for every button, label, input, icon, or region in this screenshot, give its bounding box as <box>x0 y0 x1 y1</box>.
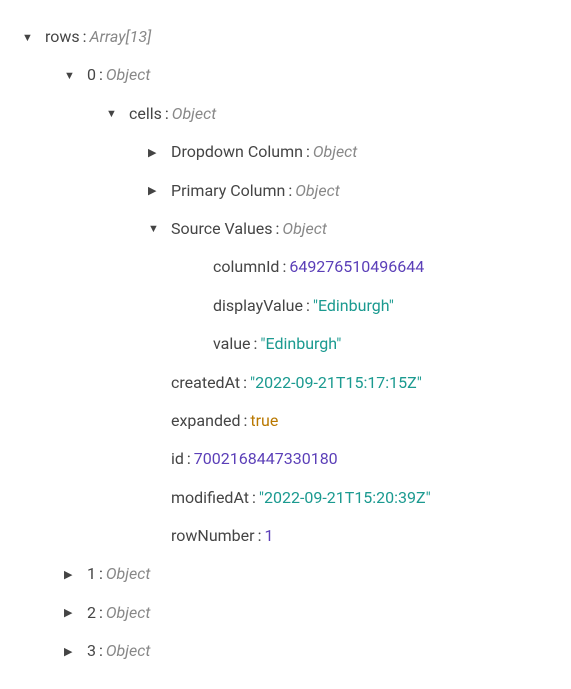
node-key: 0 <box>87 64 96 86</box>
node-key: Dropdown Column <box>171 141 303 163</box>
tree-leaf-createdAt: createdAt: "2022-09-21T15:17:15Z" <box>10 364 561 402</box>
expanded-toggle-icon[interactable]: ▼ <box>148 221 168 236</box>
expanded-toggle-icon[interactable]: ▼ <box>64 68 84 83</box>
leaf-key: createdAt <box>171 372 240 394</box>
expanded-toggle-icon[interactable]: ▼ <box>22 30 42 45</box>
node-type: Object <box>106 602 151 624</box>
leaf-key: displayValue <box>213 295 303 317</box>
tree-node-row-2[interactable]: ▶ 2: Object <box>10 594 561 632</box>
tree-node-dropdown-column[interactable]: ▶ Dropdown Column: Object <box>10 133 561 171</box>
collapsed-toggle-icon[interactable]: ▶ <box>64 605 84 620</box>
leaf-value: 649276510496644 <box>289 256 424 278</box>
node-type: Object <box>313 141 358 163</box>
leaf-key: columnId <box>213 256 279 278</box>
leaf-value: "Edinburgh" <box>260 333 341 355</box>
node-key: Source Values <box>171 218 273 240</box>
node-type: Object <box>106 64 151 86</box>
leaf-key: expanded <box>171 410 240 432</box>
leaf-key: id <box>171 448 184 470</box>
node-type: Object <box>106 640 151 662</box>
collapsed-toggle-icon[interactable]: ▶ <box>64 567 84 582</box>
node-type: Object <box>172 103 217 125</box>
leaf-value: "Edinburgh" <box>313 295 394 317</box>
leaf-key: value <box>213 333 251 355</box>
tree-node-row-3[interactable]: ▶ 3: Object <box>10 632 561 670</box>
node-key: 3 <box>87 640 96 662</box>
node-type: Object <box>106 563 151 585</box>
leaf-key: modifiedAt <box>171 487 249 509</box>
tree-node-row-0[interactable]: ▼ 0: Object <box>10 56 561 94</box>
leaf-value: "2022-09-21T15:20:39Z" <box>259 487 431 509</box>
node-type: Object <box>295 180 340 202</box>
leaf-key: rowNumber <box>171 525 255 547</box>
node-key: 2 <box>87 602 96 624</box>
tree-leaf-columnId: columnId: 649276510496644 <box>10 248 561 286</box>
expanded-toggle-icon[interactable]: ▼ <box>106 106 126 121</box>
leaf-value: true <box>250 410 278 432</box>
tree-node-row-1[interactable]: ▶ 1: Object <box>10 555 561 593</box>
tree-node-cells[interactable]: ▼ cells: Object <box>10 95 561 133</box>
tree-node-primary-column[interactable]: ▶ Primary Column: Object <box>10 172 561 210</box>
collapsed-toggle-icon[interactable]: ▶ <box>64 644 84 659</box>
node-key: Primary Column <box>171 180 285 202</box>
tree-leaf-displayValue: displayValue: "Edinburgh" <box>10 287 561 325</box>
collapsed-toggle-icon[interactable]: ▶ <box>148 145 168 160</box>
tree-leaf-id: id: 7002168447330180 <box>10 440 561 478</box>
node-type: Object <box>282 218 327 240</box>
leaf-value: 1 <box>264 525 273 547</box>
tree-leaf-rowNumber: rowNumber: 1 <box>10 517 561 555</box>
tree-leaf-value: value: "Edinburgh" <box>10 325 561 363</box>
tree-node-source-values[interactable]: ▼ Source Values: Object <box>10 210 561 248</box>
tree-leaf-expanded: expanded: true <box>10 402 561 440</box>
node-key: cells <box>129 103 162 125</box>
leaf-value: 7002168447330180 <box>194 448 338 470</box>
node-key: 1 <box>87 563 96 585</box>
leaf-value: "2022-09-21T15:17:15Z" <box>250 372 422 394</box>
node-key: rows <box>45 26 80 48</box>
node-type: Array[13] <box>90 26 152 48</box>
tree-node-rows[interactable]: ▼ rows: Array[13] <box>10 18 561 56</box>
collapsed-toggle-icon[interactable]: ▶ <box>148 183 168 198</box>
tree-leaf-modifiedAt: modifiedAt: "2022-09-21T15:20:39Z" <box>10 479 561 517</box>
